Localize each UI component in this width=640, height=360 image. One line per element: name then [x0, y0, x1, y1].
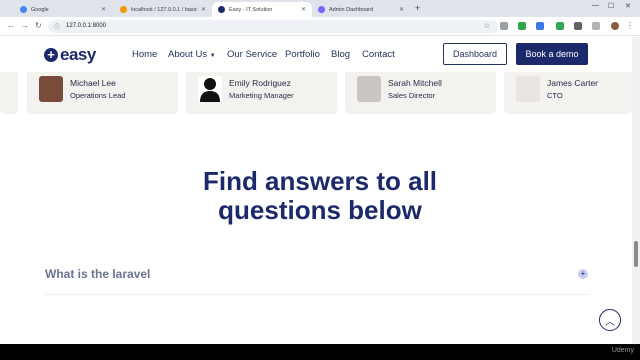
tab-title: localhost / 127.0.0.1 / basic / st... [131, 6, 197, 13]
nav-about-label: About Us [168, 49, 208, 60]
person-name: Emily Rodriguez [229, 78, 291, 88]
nav-our-service[interactable]: Our Service [227, 49, 277, 60]
person-name: Sarah Mitchell [388, 78, 442, 88]
caret-down-icon: ▼ [209, 53, 216, 59]
person-role: Operations Lead [70, 91, 126, 100]
camera-icon[interactable] [500, 22, 508, 30]
person-name: James Carter [547, 78, 599, 88]
book-demo-button[interactable]: Book a demo [516, 43, 588, 65]
udemy-watermark: Udemy [611, 347, 634, 354]
address-bar[interactable]: ⓘ 127.0.0.1:8000 ☆ [48, 20, 498, 33]
extension-icon[interactable] [536, 22, 544, 30]
person-role: CTO [547, 91, 563, 100]
team-card: James Carter CTO [504, 72, 632, 114]
tab-easy[interactable]: Easy - IT Solution ✕ [212, 2, 312, 17]
person-name: Michael Lee [70, 78, 116, 88]
bookmark-star-icon[interactable]: ☆ [484, 22, 490, 30]
person-silhouette-icon [200, 78, 220, 102]
logo-text: easy [60, 45, 96, 64]
url-text: 127.0.0.1:8000 [66, 23, 107, 29]
faq-heading: Find answers to all questions below [0, 167, 640, 225]
puzzle-icon[interactable] [574, 22, 582, 30]
plus-logo-icon: + [44, 48, 58, 62]
team-card: Emily Rodriguez Marketing Manager [186, 72, 337, 114]
nav-about-us[interactable]: About Us ▼ [168, 49, 216, 60]
team-cards: Michael Lee Operations Lead Emily Rodrig… [0, 72, 640, 115]
site-info-icon[interactable]: ⓘ [54, 22, 60, 31]
faq-heading-line: Find answers to all [202, 166, 438, 196]
page-scrollbar[interactable] [632, 37, 640, 344]
tab-google[interactable]: Google ✕ [14, 2, 112, 17]
video-bottom-bar: Udemy [0, 344, 640, 360]
web-page: + easy Home About Us ▼ Our Service Portf… [0, 37, 640, 344]
tab-title: Admin Dashboard [329, 6, 374, 13]
chevron-up-icon: ︿ [605, 316, 615, 328]
minimize-icon[interactable]: — [592, 2, 599, 9]
avatar [357, 76, 381, 102]
profile-avatar-icon[interactable] [611, 22, 619, 30]
close-icon[interactable]: ✕ [201, 6, 206, 13]
close-icon[interactable]: ✕ [399, 6, 404, 13]
google-favicon-icon [20, 6, 27, 13]
kebab-menu-icon[interactable]: ⋮ [626, 21, 634, 30]
person-role: Sales Director [388, 91, 436, 100]
extension-icon[interactable] [518, 22, 526, 30]
team-card-partial [0, 72, 18, 114]
nav-home[interactable]: Home [132, 49, 157, 60]
reload-icon[interactable]: ↻ [35, 21, 42, 30]
forward-icon[interactable]: → [21, 21, 29, 30]
faq-question: What is the laravel [45, 267, 151, 281]
close-window-icon[interactable]: ✕ [625, 2, 631, 10]
faq-heading-line: questions below [218, 195, 422, 225]
shield-icon[interactable] [556, 22, 564, 30]
back-icon[interactable]: ← [7, 21, 15, 30]
person-role: Marketing Manager [229, 91, 294, 100]
close-icon[interactable]: ✕ [301, 6, 306, 13]
nav-portfolio[interactable]: Portfolio [285, 49, 320, 60]
team-card: Sarah Mitchell Sales Director [345, 72, 496, 114]
avatar [39, 76, 63, 102]
new-tab-button[interactable]: + [415, 3, 420, 13]
browser-tab-bar: Google ✕ localhost / 127.0.0.1 / basic /… [0, 0, 640, 17]
admin-favicon-icon [318, 6, 325, 13]
nav-contact[interactable]: Contact [362, 49, 395, 60]
scroll-to-top-button[interactable]: ︿ [599, 309, 621, 331]
avatar [198, 76, 222, 102]
phpmyadmin-favicon-icon [120, 6, 127, 13]
scrollbar-thumb[interactable] [634, 241, 638, 267]
plus-icon[interactable]: + [578, 269, 588, 279]
tab-phpmyadmin[interactable]: localhost / 127.0.0.1 / basic / st... ✕ [114, 2, 212, 17]
site-logo[interactable]: + easy [44, 45, 96, 65]
avatar [516, 76, 540, 102]
sidebar-icon[interactable] [592, 22, 600, 30]
dashboard-button[interactable]: Dashboard [443, 43, 507, 65]
tab-title: Google [31, 6, 49, 13]
nav-blog[interactable]: Blog [331, 49, 350, 60]
maximize-icon[interactable]: ☐ [608, 2, 614, 10]
tab-admin-dashboard[interactable]: Admin Dashboard ✕ [312, 2, 410, 17]
team-card: Michael Lee Operations Lead [27, 72, 178, 114]
close-icon[interactable]: ✕ [101, 6, 106, 13]
tab-title: Easy - IT Solution [229, 6, 273, 13]
browser-toolbar: ← → ↻ ⓘ 127.0.0.1:8000 ☆ ⋮ [0, 17, 640, 36]
faq-item[interactable]: What is the laravel + [45, 265, 590, 295]
easy-favicon-icon [218, 6, 225, 13]
